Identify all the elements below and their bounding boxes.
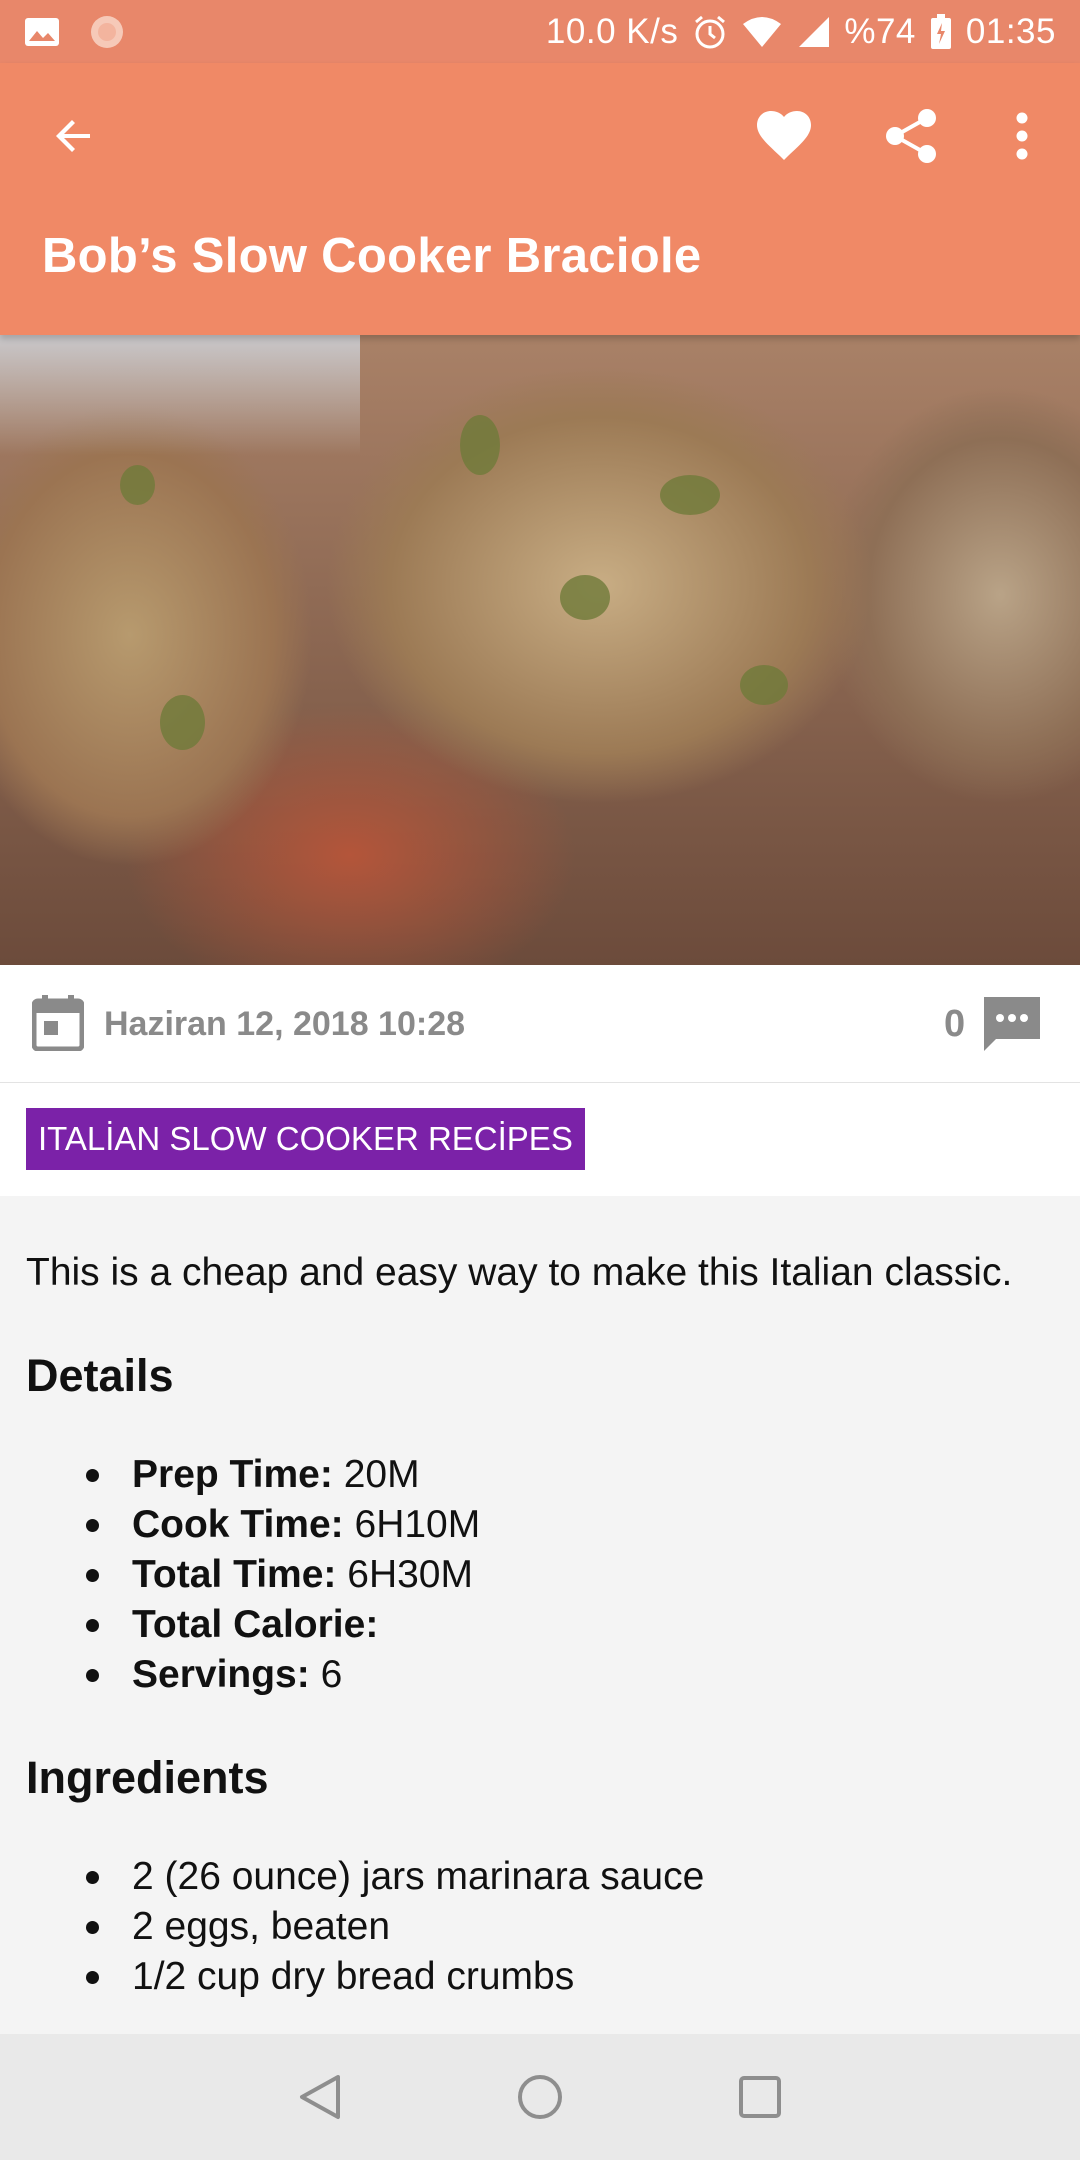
more-options-button[interactable]: [982, 96, 1062, 176]
recipe-screen: 10.0 K/s %74 01:35 Bob’s Slow Cooker Bra…: [0, 0, 1080, 2160]
network-speed: 10.0 K/s: [545, 11, 679, 51]
nav-home-button[interactable]: [510, 2067, 570, 2127]
photo-detail: [160, 695, 205, 750]
recipe-intro: This is a cheap and easy way to make thi…: [26, 1251, 1013, 1294]
recipe-photo: [0, 335, 1080, 965]
heart-icon: [757, 111, 811, 160]
wifi-icon: [743, 16, 782, 47]
list-item: Prep Time: 20M: [86, 1450, 1054, 1500]
triangle-back-icon: [300, 2075, 340, 2119]
list-item: Total Time: 6H30M: [86, 1550, 1054, 1600]
system-nav-bar: [0, 2034, 1080, 2160]
calendar-icon: [32, 995, 84, 1051]
circle-home-icon: [518, 2075, 562, 2119]
nav-back-button[interactable]: [290, 2067, 350, 2127]
comment-count: 0: [944, 1003, 966, 1045]
alarm-icon: [695, 15, 726, 48]
post-date: Haziran 12, 2018 10:28: [104, 1005, 466, 1043]
photo-detail: [560, 575, 610, 620]
battery-icon: [930, 13, 951, 49]
photo-detail: [120, 465, 155, 505]
recipe-content: This is a cheap and easy way to make thi…: [0, 1196, 1080, 2034]
details-heading: Details: [26, 1350, 174, 1401]
photo-background: [0, 335, 360, 455]
list-item: 2 (26 ounce) jars marinara sauce: [86, 1852, 1054, 1902]
photo-detail: [660, 475, 720, 515]
post-meta: Haziran 12, 2018 10:28 0: [0, 965, 1080, 1083]
square-recents-icon: [739, 2076, 781, 2118]
details-list: Prep Time: 20M Cook Time: 6H10M Total Ti…: [26, 1450, 1054, 1700]
share-button[interactable]: [871, 96, 951, 176]
clock: 01:35: [965, 11, 1056, 51]
ingredients-heading: Ingredients: [26, 1752, 269, 1803]
list-item: Cook Time: 6H10M: [86, 1500, 1054, 1550]
photo-detail: [460, 415, 500, 475]
nav-recents-button[interactable]: [730, 2067, 790, 2127]
ingredients-list: 2 (26 ounce) jars marinara sauce 2 eggs,…: [26, 1852, 1054, 2002]
app-bar: Bob’s Slow Cooker Braciole: [0, 63, 1080, 335]
status-bar: 10.0 K/s %74 01:35: [0, 0, 1080, 63]
back-button[interactable]: [34, 96, 114, 176]
list-item: 1/2 cup dry bread crumbs: [86, 1952, 1054, 2002]
cell-signal-icon: [799, 16, 830, 47]
share-icon: [886, 109, 936, 163]
photo-detail: [740, 665, 788, 705]
app-notification-icon: [91, 15, 123, 48]
comment-icon[interactable]: [982, 995, 1042, 1053]
battery-level: %74: [844, 11, 916, 51]
list-item: Servings: 6: [86, 1650, 1054, 1700]
list-item: Total Calorie:: [86, 1600, 1054, 1650]
arrow-back-icon: [56, 120, 90, 152]
category-row: ITALİAN SLOW COOKER RECİPES: [0, 1083, 1080, 1196]
page-title: Bob’s Slow Cooker Braciole: [42, 229, 702, 283]
list-item: 2 eggs, beaten: [86, 1902, 1054, 1952]
favorite-button[interactable]: [744, 96, 824, 176]
category-chip[interactable]: ITALİAN SLOW COOKER RECİPES: [26, 1108, 585, 1170]
image-notification-icon: [25, 17, 59, 46]
more-vert-icon: [1016, 112, 1028, 160]
